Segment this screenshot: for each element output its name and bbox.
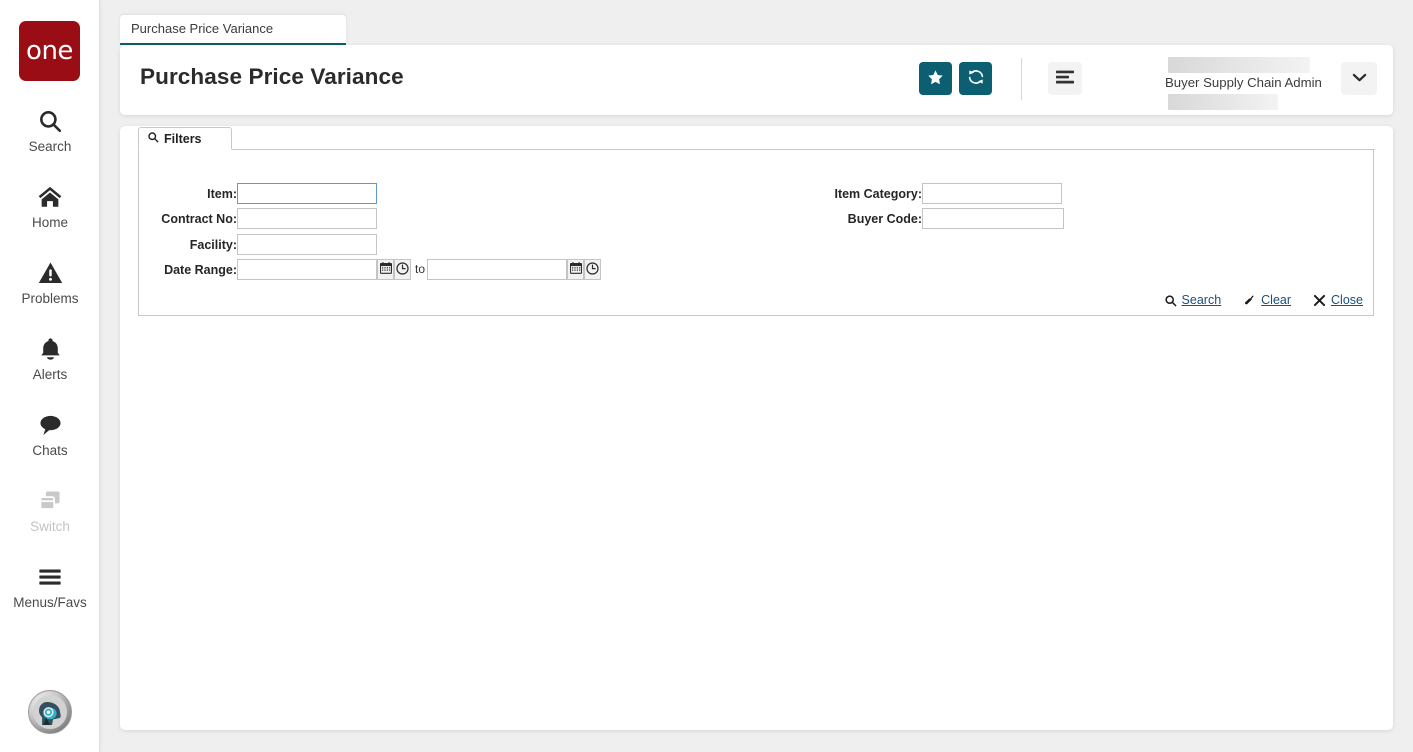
- close-action-label: Close: [1331, 293, 1363, 307]
- sidebar-item-search[interactable]: Search: [0, 104, 100, 154]
- sidebar-item-label: Home: [0, 215, 100, 230]
- eraser-icon: [1243, 294, 1256, 307]
- search-icon: [1164, 294, 1177, 307]
- bell-icon: [0, 332, 100, 366]
- clock-icon: [586, 262, 599, 278]
- page-header: Purchase Price Variance: [120, 45, 1393, 115]
- sidebar-item-problems[interactable]: Problems: [0, 256, 100, 306]
- search-icon: [147, 130, 159, 148]
- date-range-from-clock-button[interactable]: [394, 259, 411, 280]
- sidebar-item-alerts[interactable]: Alerts: [0, 332, 100, 382]
- switch-icon: [0, 484, 100, 518]
- refresh-icon: [967, 68, 985, 89]
- redacted-company-name: [1168, 57, 1310, 73]
- sidebar-item-chats[interactable]: Chats: [0, 408, 100, 458]
- contract-no-input[interactable]: [237, 208, 377, 229]
- date-range-to-input[interactable]: [427, 259, 567, 280]
- filters-panel-top-border: [232, 149, 1375, 150]
- chevron-down-icon: [1352, 71, 1367, 86]
- filters-tab[interactable]: Filters: [138, 127, 232, 150]
- header-menu-button[interactable]: [1048, 62, 1082, 95]
- calendar-icon: [570, 262, 582, 277]
- sidebar-item-label: Switch: [0, 519, 100, 534]
- search-action-label: Search: [1182, 293, 1222, 307]
- search-action[interactable]: Search: [1164, 293, 1222, 307]
- page-title: Purchase Price Variance: [140, 64, 404, 90]
- item-category-label: Item Category:: [739, 187, 922, 201]
- contract-no-label: Contract No:: [137, 212, 237, 226]
- avatar-image: [33, 695, 67, 729]
- favorite-button[interactable]: [919, 62, 952, 95]
- app-logo[interactable]: one: [19, 21, 80, 81]
- item-label: Item:: [137, 187, 237, 201]
- search-icon: [0, 104, 100, 138]
- clear-action-label: Clear: [1261, 293, 1291, 307]
- clock-icon: [396, 262, 409, 278]
- avatar[interactable]: [28, 690, 72, 734]
- sidebar-item-label: Search: [0, 139, 100, 154]
- tab-strip: Purchase Price Variance: [100, 0, 1413, 45]
- sidebar-item-home[interactable]: Home: [0, 180, 100, 230]
- chat-icon: [0, 408, 100, 442]
- app-root: one Search Home: [0, 0, 1413, 752]
- tab-purchase-price-variance[interactable]: Purchase Price Variance: [120, 15, 346, 45]
- date-range-to-calendar-button[interactable]: [567, 259, 584, 280]
- sidebar-item-switch[interactable]: Switch: [0, 484, 100, 534]
- user-menu-button[interactable]: [1341, 62, 1377, 95]
- redacted-user-name: [1168, 94, 1278, 110]
- date-range-to-clock-button[interactable]: [584, 259, 601, 280]
- date-range-separator: to: [415, 262, 425, 276]
- close-icon: [1313, 294, 1326, 307]
- app-logo-text: one: [26, 38, 73, 64]
- star-icon: [927, 69, 944, 89]
- sidebar-item-menus-favs[interactable]: Menus/Favs: [0, 560, 100, 610]
- facility-input[interactable]: [237, 234, 377, 255]
- buyer-code-label: Buyer Code:: [739, 212, 922, 226]
- hamburger-icon: [1056, 70, 1074, 87]
- sidebar-item-label: Alerts: [0, 367, 100, 382]
- facility-label: Facility:: [137, 238, 237, 252]
- date-range-label: Date Range:: [137, 263, 237, 277]
- sidebar: one Search Home: [0, 0, 100, 752]
- filters-panel: Filters Item: Contract No: Facility: Dat…: [138, 149, 1374, 316]
- sidebar-item-label: Problems: [0, 291, 100, 306]
- header-divider: [1021, 58, 1022, 100]
- buyer-code-input[interactable]: [922, 208, 1064, 229]
- item-input[interactable]: [237, 183, 377, 204]
- hamburger-icon: [0, 560, 100, 594]
- filters-tab-label: Filters: [164, 132, 202, 146]
- refresh-button[interactable]: [959, 62, 992, 95]
- sidebar-item-label: Chats: [0, 443, 100, 458]
- warning-icon: [0, 256, 100, 290]
- date-range-from-input[interactable]: [237, 259, 377, 280]
- home-icon: [0, 180, 100, 214]
- clear-action[interactable]: Clear: [1243, 293, 1291, 307]
- close-action[interactable]: Close: [1313, 293, 1363, 307]
- filter-actions: Search Clear: [1164, 293, 1363, 307]
- item-category-input[interactable]: [922, 183, 1062, 204]
- main-content: Filters Item: Contract No: Facility: Dat…: [120, 126, 1393, 730]
- user-info: Buyer Supply Chain Admin: [1165, 53, 1325, 109]
- user-role-label: Buyer Supply Chain Admin: [1165, 75, 1322, 90]
- calendar-icon: [380, 262, 392, 277]
- tab-label: Purchase Price Variance: [131, 21, 273, 36]
- sidebar-item-label: Menus/Favs: [0, 595, 100, 610]
- date-range-from-calendar-button[interactable]: [377, 259, 394, 280]
